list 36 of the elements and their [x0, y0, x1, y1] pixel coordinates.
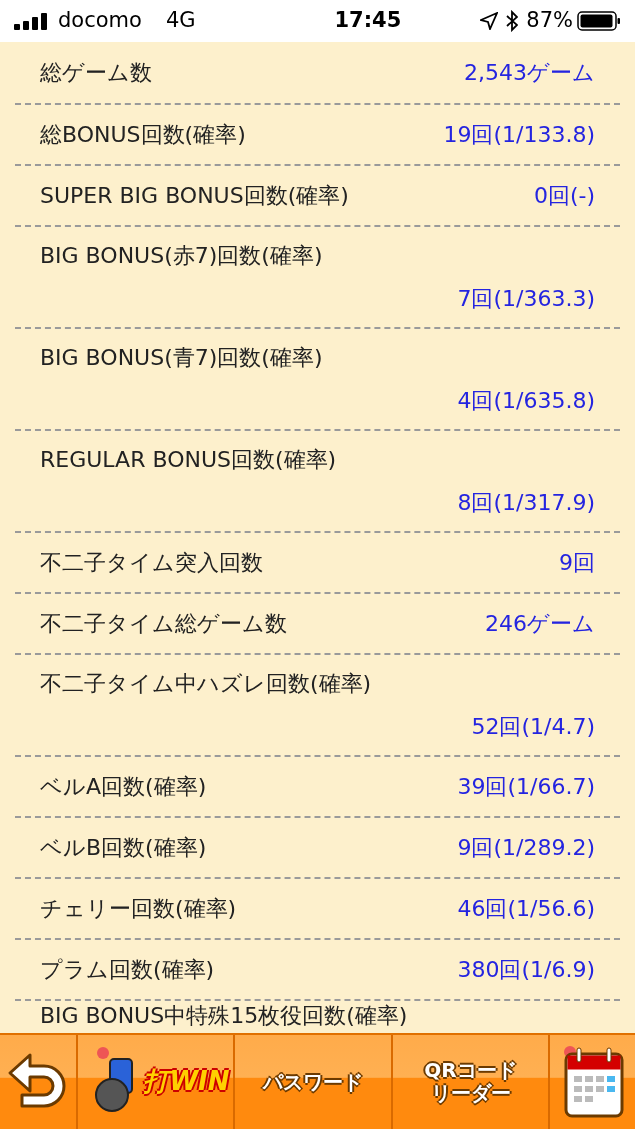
- password-button[interactable]: パスワード: [235, 1035, 393, 1129]
- stat-value: 7回(1/363.3): [456, 285, 595, 313]
- stat-value: 46回(1/56.6): [457, 895, 595, 923]
- battery-percent: 87%: [526, 7, 573, 35]
- stat-value: 9回: [559, 549, 595, 577]
- carrier-name: docomo: [58, 7, 142, 35]
- stat-value: 246ゲーム: [485, 610, 595, 638]
- stat-label: 不二子タイム中ハズレ回数(確率): [40, 670, 372, 698]
- stat-value: 39回(1/66.7): [457, 773, 595, 801]
- stat-label: BIG BONUS(赤7)回数(確率): [40, 242, 323, 270]
- stat-label: ベルA回数(確率): [40, 773, 207, 801]
- stat-label: 総BONUS回数(確率): [40, 121, 246, 149]
- stat-value: 8回(1/317.9): [456, 489, 595, 517]
- bluetooth-icon: [506, 10, 519, 32]
- stat-value: 4回(1/635.8): [456, 387, 595, 415]
- stat-label: ベルB回数(確率): [40, 834, 207, 862]
- stat-label: 総ゲーム数: [40, 59, 152, 87]
- stat-value: 9回(1/289.2): [457, 834, 595, 862]
- stat-label: チェリー回数(確率): [40, 895, 237, 923]
- stat-label: REGULAR BONUS回数(確率): [40, 446, 337, 474]
- battery-icon: [577, 11, 621, 31]
- stat-label: プラム回数(確率): [40, 956, 215, 984]
- stat-value: 380回(1/6.9): [457, 956, 595, 984]
- stat-value: 0回(-): [533, 182, 595, 210]
- qr-reader-button[interactable]: QRコード リーダー: [393, 1035, 550, 1129]
- stat-label: BIG BONUS(青7)回数(確率): [40, 344, 323, 372]
- stat-value: 52回(1/4.7): [470, 713, 595, 741]
- network-type: 4G: [165, 7, 196, 35]
- stat-value: 2,543ゲーム: [464, 59, 595, 87]
- stat-label: BIG BONUS中特殊15枚役回数(確率): [40, 1003, 408, 1030]
- stat-label: 不二子タイム突入回数: [40, 549, 263, 577]
- stat-label: 不二子タイム総ゲーム数: [40, 610, 287, 638]
- stat-label: SUPER BIG BONUS回数(確率): [40, 182, 349, 210]
- location-arrow-icon: [480, 12, 499, 30]
- clock-time: 17:45: [333, 7, 402, 35]
- stat-value: 19回(1/133.8): [443, 121, 595, 149]
